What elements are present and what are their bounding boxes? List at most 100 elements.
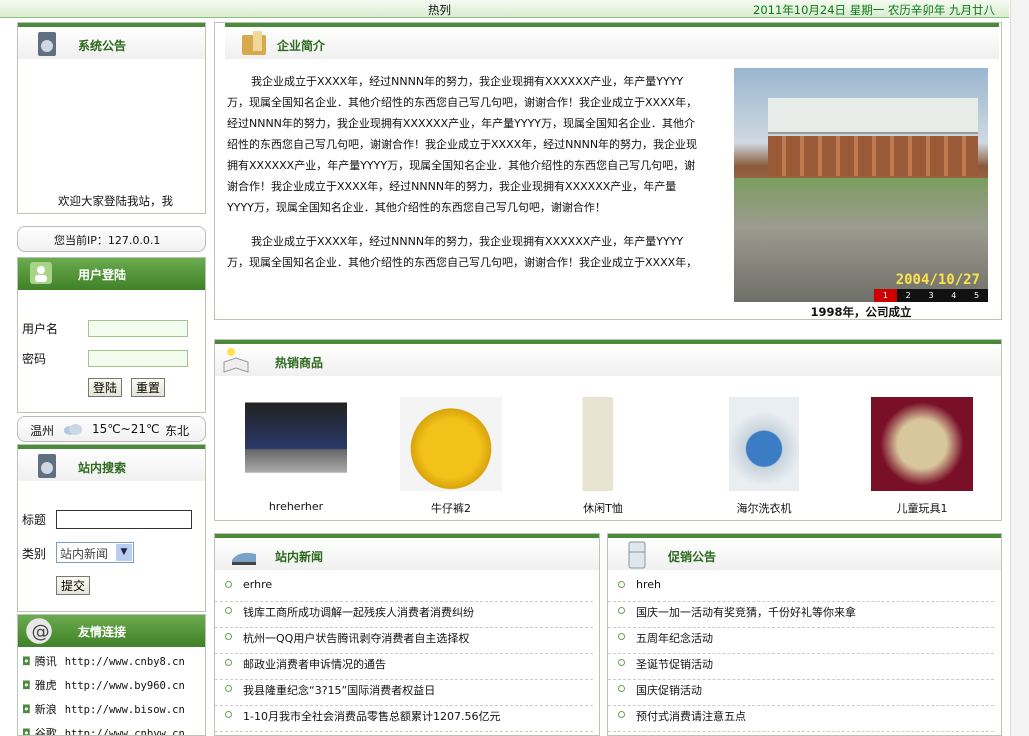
pager-1[interactable]: 1 bbox=[874, 289, 897, 302]
bullet-icon bbox=[618, 659, 625, 666]
password-input[interactable] bbox=[88, 350, 188, 367]
vertical-scrollbar[interactable] bbox=[1010, 0, 1029, 736]
promo-item[interactable]: 五周年纪念活动 bbox=[608, 628, 994, 654]
login-title: 用户登陆 bbox=[78, 268, 127, 282]
product-item[interactable]: 儿童玩具1 bbox=[871, 397, 973, 516]
top-bar: 热列 2011年10月24日 星期一 农历辛卯年 九月廿八 bbox=[0, 0, 1009, 18]
ip-text: 您当前IP：127.0.0.1 bbox=[54, 234, 161, 247]
promo-title: 促销公告 bbox=[668, 550, 717, 564]
promo-item[interactable]: 国庆促销活动 bbox=[608, 680, 994, 706]
cloud-icon bbox=[63, 424, 83, 435]
hot-products: hreherher 牛仔裤2 休闲T恤 海尔洗衣机 儿童玩具1 bbox=[215, 340, 1003, 522]
news-item[interactable]: erhre bbox=[215, 576, 593, 602]
links-panel: @ 友情连接 ◘ 腾讯 http://www.cnby8.cn ◘ 雅虎 http://… bbox=[17, 614, 206, 736]
link-item[interactable]: ◘ 谷歌 http://www.cnbyw.cn bbox=[22, 725, 185, 735]
laptop-image[interactable] bbox=[245, 397, 347, 491]
announce-panel: 系统公告 欢迎大家登陆我站，我 bbox=[17, 22, 206, 214]
bullet-icon bbox=[225, 685, 232, 692]
link-name[interactable]: 雅虎 bbox=[35, 679, 57, 692]
pager-5[interactable]: 5 bbox=[965, 289, 988, 302]
news-item[interactable]: 我县隆重纪念“3?15”国际消费者权益日 bbox=[215, 680, 593, 706]
ip-box: 您当前IP：127.0.0.1 bbox=[17, 226, 206, 252]
bullet-icon bbox=[225, 607, 232, 614]
login-panel: 用户登陆 用户名 密码 登陆 重置 bbox=[17, 257, 206, 413]
weather-box: 温州 15℃~21℃ 东北 bbox=[17, 416, 206, 442]
link-url[interactable]: http://www.bisow.cn bbox=[65, 704, 185, 716]
promo-header: 促销公告 bbox=[608, 534, 1001, 570]
username-label: 用户名 bbox=[22, 322, 59, 336]
bullet-icon bbox=[225, 581, 232, 588]
news-item[interactable]: 1-10月我市全社会消费品零售总额累计1207.56亿元 bbox=[215, 706, 593, 732]
promo-item[interactable]: 圣诞节促销活动 bbox=[608, 654, 994, 680]
type-select[interactable]: 站内新闻 ▼ bbox=[56, 542, 134, 563]
type-label: 类别 bbox=[22, 547, 47, 561]
username-input[interactable] bbox=[88, 320, 188, 337]
promo-item[interactable]: 预付式消费请注意五点 bbox=[608, 706, 994, 732]
reset-button[interactable]: 重置 bbox=[131, 378, 166, 397]
washer-icon bbox=[38, 454, 56, 478]
link-item[interactable]: ◘ 新浪 http://www.bisow.cn bbox=[22, 701, 185, 717]
links-title: 友情连接 bbox=[78, 625, 127, 639]
chevron-down-icon[interactable]: ▼ bbox=[116, 544, 132, 561]
link-url[interactable]: http://www.cnby8.cn bbox=[65, 656, 185, 668]
bullet-icon: ◘ bbox=[22, 679, 31, 692]
link-url[interactable]: http://www.by960.cn bbox=[65, 680, 185, 692]
photo-date: 2004/10/27 bbox=[895, 272, 980, 288]
pager-3[interactable]: 3 bbox=[920, 289, 943, 302]
news-panel: 站内新闻 erhre 钱库工商所成功调解一起残疾人消费者消费纠纷 杭州一QQ用户… bbox=[214, 533, 600, 736]
bullet-icon bbox=[618, 633, 625, 640]
date-text: 2011年10月24日 星期一 农历辛卯年 九月廿八 bbox=[753, 3, 995, 17]
toy-image[interactable] bbox=[871, 397, 973, 491]
product-name[interactable]: 牛仔裤2 bbox=[431, 502, 471, 515]
news-header: 站内新闻 bbox=[215, 534, 599, 570]
user-icon bbox=[30, 262, 52, 284]
search-title-input[interactable] bbox=[56, 510, 192, 529]
link-name[interactable]: 谷歌 bbox=[35, 727, 57, 735]
product-name[interactable]: 儿童玩具1 bbox=[897, 502, 948, 515]
product-name[interactable]: 休闲T恤 bbox=[583, 502, 623, 515]
bullet-icon: ◘ bbox=[22, 655, 31, 668]
search-panel: 站内搜索 标题 类别 站内新闻 ▼ 提交 bbox=[17, 444, 206, 612]
product-item[interactable]: 休闲T恤 bbox=[552, 397, 654, 516]
product-item[interactable]: hreherher bbox=[245, 397, 347, 513]
product-item[interactable]: 牛仔裤2 bbox=[400, 397, 502, 516]
links-header: @ 友情连接 bbox=[18, 615, 205, 647]
password-label: 密码 bbox=[22, 352, 47, 366]
washing-machine-image[interactable] bbox=[729, 397, 799, 491]
link-item[interactable]: ◘ 腾讯 http://www.cnby8.cn bbox=[22, 653, 185, 669]
product-name[interactable]: hreherher bbox=[269, 500, 323, 513]
news-item[interactable]: 钱库工商所成功调解一起残疾人消费者消费纠纷 bbox=[215, 602, 593, 628]
jacket-image[interactable] bbox=[400, 397, 502, 491]
bullet-icon: ◘ bbox=[22, 703, 31, 716]
news-title: 站内新闻 bbox=[275, 550, 324, 564]
bullet-icon bbox=[618, 607, 625, 614]
link-url[interactable]: http://www.cnbyw.cn bbox=[65, 728, 185, 735]
announce-text: 欢迎大家登陆我站，我 bbox=[58, 194, 173, 208]
photo-pager: 1 2 3 4 5 bbox=[874, 289, 988, 302]
link-name[interactable]: 腾讯 bbox=[35, 655, 57, 668]
pager-4[interactable]: 4 bbox=[942, 289, 965, 302]
search-title: 站内搜索 bbox=[78, 461, 127, 475]
bullet-icon bbox=[225, 633, 232, 640]
photo-caption: 1998年，公司成立 bbox=[810, 305, 912, 319]
product-name[interactable]: 海尔洗衣机 bbox=[737, 502, 792, 515]
announce-header: 系统公告 bbox=[18, 23, 205, 59]
promo-item[interactable]: 国庆一加一活动有奖竞猜，千份好礼等你来拿 bbox=[608, 602, 994, 628]
promo-item[interactable]: hreh bbox=[608, 576, 994, 602]
login-button[interactable]: 登陆 bbox=[88, 378, 123, 397]
link-name[interactable]: 新浪 bbox=[35, 703, 57, 716]
bullet-icon bbox=[225, 711, 232, 718]
promo-panel: 促销公告 hreh 国庆一加一活动有奖竞猜，千份好礼等你来拿 五周年纪念活动 圣… bbox=[607, 533, 1002, 736]
news-item[interactable]: 杭州一QQ用户状告腾讯剥夺消费者自主选择权 bbox=[215, 628, 593, 654]
tshirt-image[interactable] bbox=[552, 397, 654, 491]
type-select-value: 站内新闻 bbox=[60, 547, 109, 561]
intro-title: 企业简介 bbox=[277, 39, 326, 53]
link-item[interactable]: ◘ 雅虎 http://www.by960.cn bbox=[22, 677, 185, 693]
product-item[interactable]: 海尔洗衣机 bbox=[713, 397, 815, 516]
news-item[interactable]: 邮政业消费者申诉情况的通告 bbox=[215, 654, 593, 680]
search-submit-button[interactable]: 提交 bbox=[56, 576, 91, 595]
company-photo: 2004/10/27 1 2 3 4 5 bbox=[734, 68, 988, 302]
intro-header: 企业简介 bbox=[225, 23, 999, 59]
pager-2[interactable]: 2 bbox=[897, 289, 920, 302]
weather-wind: 东北 bbox=[165, 424, 190, 438]
